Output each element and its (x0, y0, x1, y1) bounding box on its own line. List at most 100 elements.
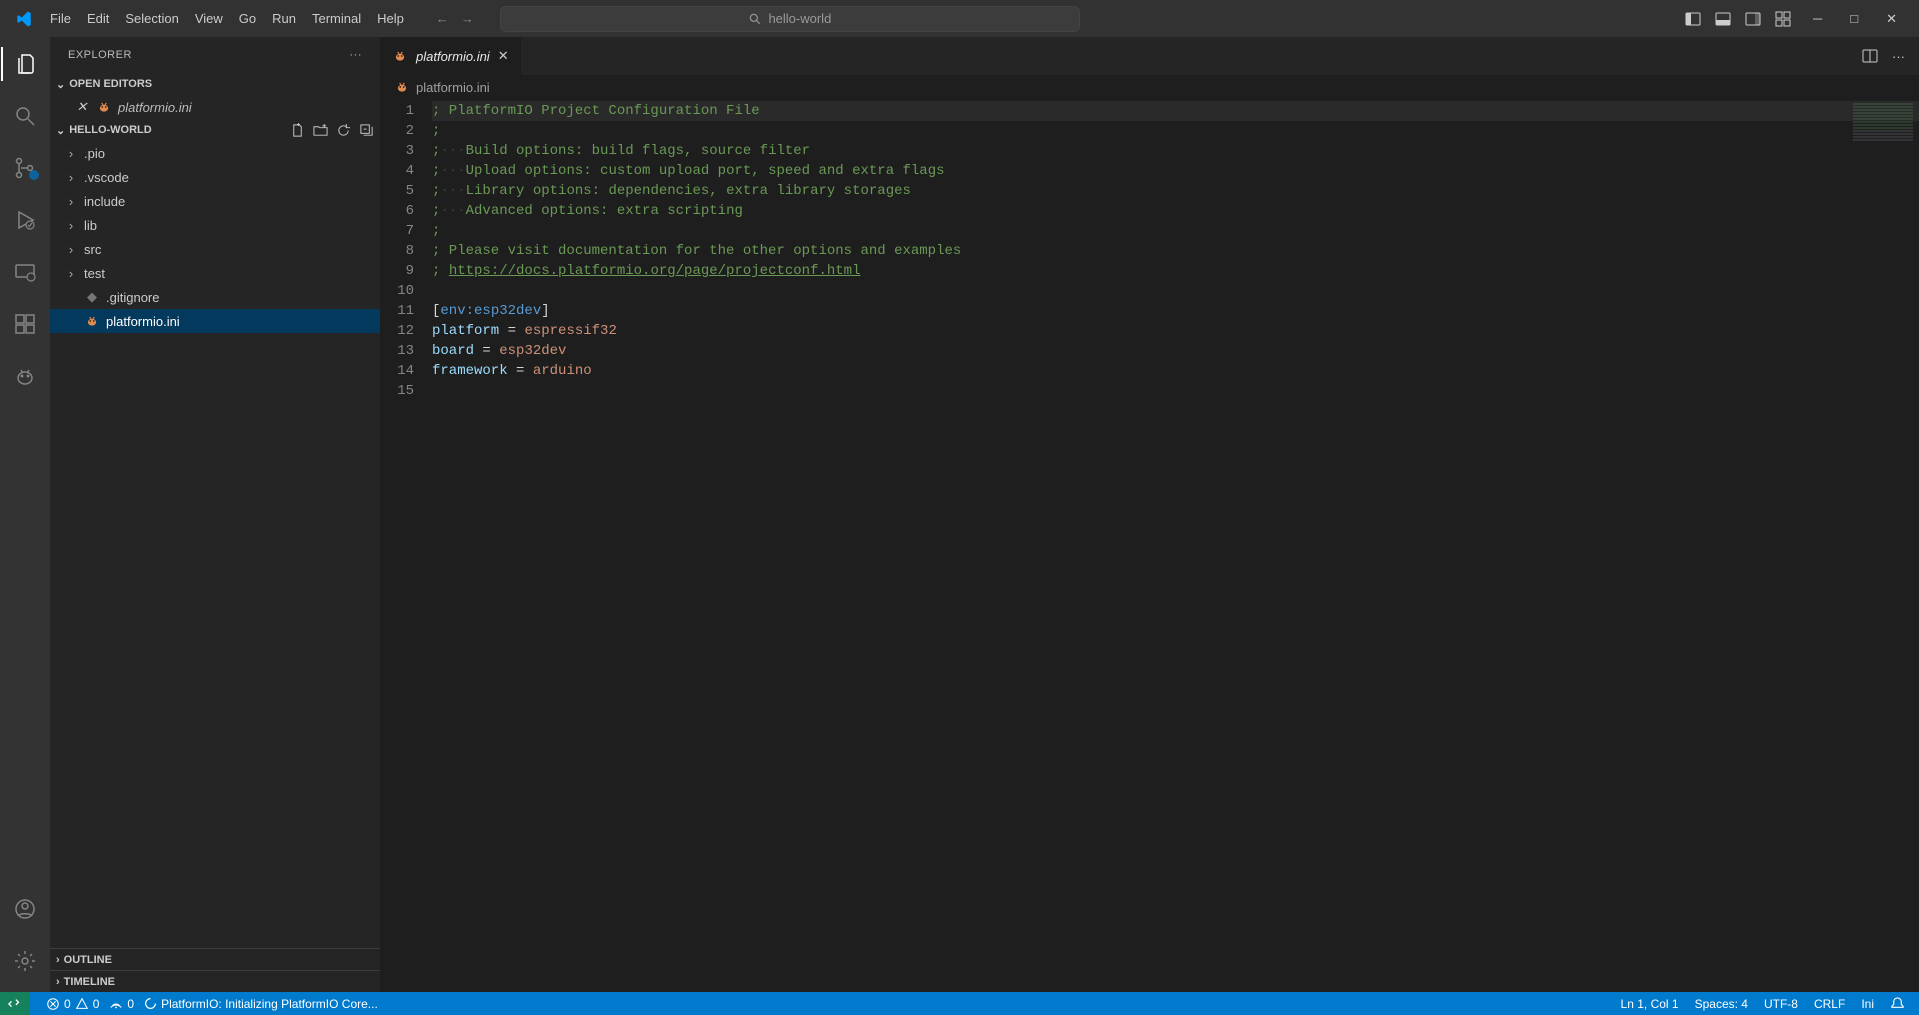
activity-search-icon[interactable] (1, 99, 49, 133)
code-editor[interactable]: 123456789101112131415 ; PlatformIO Proje… (380, 99, 1919, 992)
status-task[interactable]: PlatformIO: Initializing PlatformIO Core… (144, 997, 378, 1011)
menu-run[interactable]: Run (264, 7, 304, 30)
window-maximize-icon[interactable]: □ (1850, 11, 1858, 27)
platformio-file-icon (394, 80, 410, 94)
new-file-icon[interactable] (290, 123, 305, 138)
tree-label: include (84, 194, 125, 209)
minimap[interactable] (1853, 103, 1913, 142)
breadcrumb-label: platformio.ini (416, 80, 490, 95)
tree-item-vscode[interactable]: › .vscode (50, 165, 380, 189)
editor-more-icon[interactable]: ··· (1892, 49, 1905, 64)
menu-terminal[interactable]: Terminal (304, 7, 369, 30)
window-minimize-icon[interactable]: ─ (1813, 11, 1822, 27)
status-cursor[interactable]: Ln 1, Col 1 (1621, 997, 1679, 1011)
editor-tab[interactable]: platformio.ini ✕ (380, 37, 522, 75)
customize-layout-icon[interactable] (1775, 11, 1791, 27)
activity-bar (0, 37, 50, 992)
activity-explorer-icon[interactable] (1, 47, 49, 81)
close-icon[interactable]: ✕ (74, 99, 90, 115)
command-center[interactable]: hello-world (500, 6, 1080, 32)
tree-item-lib[interactable]: ›lib (50, 213, 380, 237)
vscode-logo-icon (10, 10, 38, 28)
breadcrumb[interactable]: platformio.ini (380, 75, 1919, 99)
activity-accounts-icon[interactable] (1, 892, 49, 926)
toggle-primary-sidebar-icon[interactable] (1685, 11, 1701, 27)
status-encoding[interactable]: UTF-8 (1764, 997, 1798, 1011)
tree-label: src (84, 242, 101, 257)
toggle-panel-icon[interactable] (1715, 11, 1731, 27)
tree-item-platformioini[interactable]: platformio.ini (50, 309, 380, 333)
menu-help[interactable]: Help (369, 7, 412, 30)
menu-selection[interactable]: Selection (117, 7, 186, 30)
warning-icon (75, 997, 89, 1011)
menu-edit[interactable]: Edit (79, 7, 117, 30)
toggle-secondary-sidebar-icon[interactable] (1745, 11, 1761, 27)
open-editor-item[interactable]: ✕ platformio.ini (50, 95, 380, 119)
chevron-right-icon: › (56, 954, 60, 966)
chevron-right-icon: › (56, 976, 60, 988)
tree-item-include[interactable]: › include (50, 189, 380, 213)
chevron-right-icon: › (64, 266, 78, 281)
git-file-icon: ◆ (84, 289, 100, 305)
tree-item-src[interactable]: ›src (50, 237, 380, 261)
status-errors[interactable]: 0 0 (46, 997, 99, 1011)
status-eol[interactable]: CRLF (1814, 997, 1845, 1011)
nav-back-icon[interactable]: ← (436, 11, 449, 26)
status-language[interactable]: Ini (1861, 997, 1874, 1011)
tree-label: lib (84, 218, 97, 233)
chevron-right-icon: › (64, 146, 78, 161)
new-folder-icon[interactable] (313, 123, 328, 138)
split-editor-icon[interactable] (1862, 48, 1878, 64)
status-indent[interactable]: Spaces: 4 (1695, 997, 1748, 1011)
tab-close-icon[interactable]: ✕ (498, 48, 509, 64)
tree-item-pio[interactable]: › .pio (50, 141, 380, 165)
remote-indicator[interactable] (0, 992, 30, 1015)
open-editors-label: OPEN EDITORS (69, 78, 152, 90)
editor-tabs: platformio.ini ✕ ··· (380, 37, 1919, 75)
radio-icon (109, 997, 123, 1011)
timeline-label: TIMELINE (64, 976, 115, 988)
activity-remote-icon[interactable] (1, 255, 49, 289)
status-bar: 0 0 0 PlatformIO: Initializing PlatformI… (0, 992, 1919, 1015)
tab-label: platformio.ini (416, 49, 490, 64)
activity-extensions-icon[interactable] (1, 307, 49, 341)
code-content[interactable]: ; PlatformIO Project Configuration File;… (432, 99, 1919, 992)
folder-header[interactable]: ⌄ HELLO-WORLD (50, 119, 380, 141)
outline-header[interactable]: › OUTLINE (50, 948, 380, 970)
search-icon (748, 12, 762, 26)
platformio-file-icon (392, 49, 408, 63)
tree-label: .vscode (84, 170, 129, 185)
tree-label: .gitignore (106, 290, 159, 305)
nav-forward-icon[interactable]: → (461, 11, 474, 26)
open-editor-label: platformio.ini (118, 100, 192, 115)
explorer-sidebar: EXPLORER ··· ⌄ OPEN EDITORS ✕ platformio… (50, 37, 380, 992)
activity-platformio-icon[interactable] (1, 359, 49, 393)
activity-debug-icon[interactable] (1, 203, 49, 237)
collapse-all-icon[interactable] (359, 123, 374, 138)
platformio-file-icon (96, 100, 112, 114)
outline-label: OUTLINE (64, 954, 112, 966)
activity-scm-icon[interactable] (1, 151, 49, 185)
menu-file[interactable]: File (42, 7, 79, 30)
chevron-right-icon: › (64, 194, 78, 209)
tree-label: test (84, 266, 105, 281)
error-icon (46, 997, 60, 1011)
platformio-file-icon (84, 314, 100, 328)
open-editors-header[interactable]: ⌄ OPEN EDITORS (50, 73, 380, 95)
chevron-right-icon: › (64, 170, 78, 185)
menu-go[interactable]: Go (231, 7, 264, 30)
chevron-down-icon: ⌄ (56, 78, 65, 91)
tree-item-gitignore[interactable]: ◆ .gitignore (50, 285, 380, 309)
sidebar-more-icon[interactable]: ··· (350, 49, 363, 61)
menu-view[interactable]: View (187, 7, 231, 30)
tree-label: platformio.ini (106, 314, 180, 329)
timeline-header[interactable]: › TIMELINE (50, 970, 380, 992)
status-notifications-icon[interactable] (1890, 996, 1905, 1011)
activity-settings-icon[interactable] (1, 944, 49, 978)
tree-label: .pio (84, 146, 105, 161)
tree-item-test[interactable]: › test (50, 261, 380, 285)
refresh-icon[interactable] (336, 123, 351, 138)
sidebar-title-label: EXPLORER (68, 49, 132, 61)
window-close-icon[interactable]: ✕ (1886, 11, 1897, 27)
status-ports[interactable]: 0 (109, 997, 134, 1011)
